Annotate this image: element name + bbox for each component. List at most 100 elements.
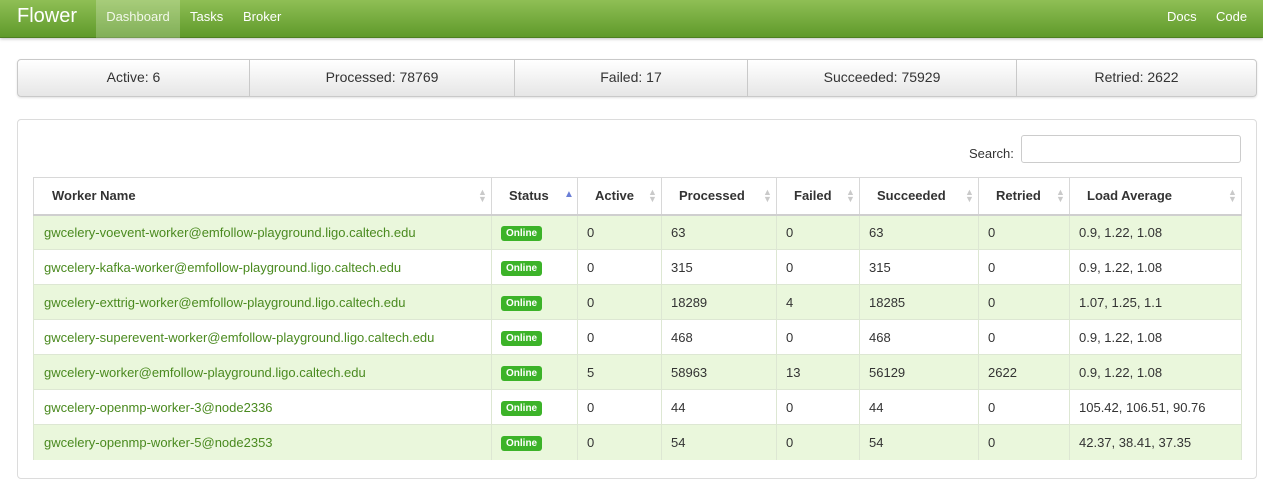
worker-link[interactable]: gwcelery-kafka-worker@emfollow-playgroun…	[44, 260, 401, 275]
cell-status: Online	[491, 319, 578, 355]
column-header-load-average[interactable]: Load Average ▲ ▼	[1069, 177, 1242, 216]
cell-load-average: 42.37, 38.41, 37.35	[1069, 424, 1242, 460]
table-row: gwcelery-openmp-worker-3@node2336 Online…	[33, 389, 1242, 425]
cell-active: 5	[577, 354, 662, 390]
cell-succeeded: 44	[859, 389, 979, 425]
cell-status: Online	[491, 389, 578, 425]
worker-link[interactable]: gwcelery-openmp-worker-5@node2353	[44, 435, 273, 450]
status-badge: Online	[501, 435, 543, 451]
cell-retried: 0	[978, 319, 1070, 355]
cell-succeeded: 63	[859, 214, 979, 250]
sort-both-icon: ▲ ▼	[1228, 187, 1237, 204]
cell-worker-name: gwcelery-exttrig-worker@emfollow-playgro…	[33, 284, 492, 320]
column-header-succeeded[interactable]: Succeeded ▲ ▼	[859, 177, 979, 216]
column-header-retried[interactable]: Retried ▲ ▼	[978, 177, 1070, 216]
cell-worker-name: gwcelery-voevent-worker@emfollow-playgro…	[33, 214, 492, 250]
cell-failed: 0	[776, 319, 860, 355]
workers-table: Worker Name ▲ ▼ Status ▲ Active ▲ ▼ Processed…	[33, 177, 1242, 460]
nav-broker[interactable]: Broker	[243, 0, 281, 38]
brand-logo[interactable]: Flower	[17, 5, 77, 28]
cell-worker-name: gwcelery-superevent-worker@emfollow-play…	[33, 319, 492, 355]
column-header-label: Worker Name	[52, 188, 136, 204]
nav-dashboard[interactable]: Dashboard	[96, 0, 180, 38]
cell-succeeded: 315	[859, 249, 979, 285]
stat-active[interactable]: Active: 6	[18, 60, 250, 96]
cell-succeeded: 468	[859, 319, 979, 355]
cell-active: 0	[577, 249, 662, 285]
cell-status: Online	[491, 354, 578, 390]
cell-failed: 4	[776, 284, 860, 320]
cell-load-average: 0.9, 1.22, 1.08	[1069, 354, 1242, 390]
stat-failed[interactable]: Failed: 17	[515, 60, 748, 96]
table-row: gwcelery-kafka-worker@emfollow-playgroun…	[33, 249, 1242, 285]
cell-processed: 58963	[661, 354, 777, 390]
cell-failed: 0	[776, 424, 860, 460]
table-row: gwcelery-voevent-worker@emfollow-playgro…	[33, 214, 1242, 250]
cell-succeeded: 18285	[859, 284, 979, 320]
status-badge: Online	[501, 330, 543, 346]
stat-succeeded[interactable]: Succeeded: 75929	[748, 60, 1017, 96]
worker-link[interactable]: gwcelery-voevent-worker@emfollow-playgro…	[44, 225, 416, 240]
sort-both-icon: ▲ ▼	[763, 187, 772, 204]
cell-status: Online	[491, 424, 578, 460]
column-header-label: Processed	[679, 188, 745, 204]
cell-status: Online	[491, 284, 578, 320]
column-header-label: Retried	[996, 188, 1041, 204]
status-badge: Online	[501, 400, 543, 416]
cell-worker-name: gwcelery-kafka-worker@emfollow-playgroun…	[33, 249, 492, 285]
nav-code[interactable]: Code	[1216, 0, 1247, 38]
table-row: gwcelery-superevent-worker@emfollow-play…	[33, 319, 1242, 355]
status-badge: Online	[501, 225, 543, 241]
column-header-label: Status	[509, 188, 549, 204]
column-header-label: Failed	[794, 188, 832, 204]
cell-load-average: 1.07, 1.25, 1.1	[1069, 284, 1242, 320]
column-header-failed[interactable]: Failed ▲ ▼	[776, 177, 860, 216]
table-row: gwcelery-exttrig-worker@emfollow-playgro…	[33, 284, 1242, 320]
column-header-processed[interactable]: Processed ▲ ▼	[661, 177, 777, 216]
column-header-active[interactable]: Active ▲ ▼	[577, 177, 662, 216]
cell-load-average: 0.9, 1.22, 1.08	[1069, 249, 1242, 285]
cell-retried: 2622	[978, 354, 1070, 390]
column-header-worker-name[interactable]: Worker Name ▲ ▼	[33, 177, 492, 216]
search-input[interactable]	[1021, 135, 1241, 163]
stat-retried[interactable]: Retried: 2622	[1017, 60, 1256, 96]
cell-retried: 0	[978, 214, 1070, 250]
status-badge: Online	[501, 260, 543, 276]
cell-processed: 468	[661, 319, 777, 355]
search-label: Search:	[969, 146, 1014, 161]
cell-worker-name: gwcelery-worker@emfollow-playground.ligo…	[33, 354, 492, 390]
navbar: Flower Dashboard Tasks Broker Docs Code	[0, 0, 1263, 38]
sort-both-icon: ▲ ▼	[965, 187, 974, 204]
table-row: gwcelery-worker@emfollow-playground.ligo…	[33, 354, 1242, 390]
cell-processed: 54	[661, 424, 777, 460]
cell-active: 0	[577, 319, 662, 355]
cell-load-average: 0.9, 1.22, 1.08	[1069, 319, 1242, 355]
column-header-status[interactable]: Status ▲	[491, 177, 578, 216]
cell-load-average: 105.42, 106.51, 90.76	[1069, 389, 1242, 425]
cell-failed: 0	[776, 214, 860, 250]
cell-retried: 0	[978, 249, 1070, 285]
worker-link[interactable]: gwcelery-openmp-worker-3@node2336	[44, 400, 273, 415]
cell-processed: 44	[661, 389, 777, 425]
cell-worker-name: gwcelery-openmp-worker-3@node2336	[33, 389, 492, 425]
cell-worker-name: gwcelery-openmp-worker-5@node2353	[33, 424, 492, 460]
cell-failed: 0	[776, 389, 860, 425]
cell-active: 0	[577, 284, 662, 320]
column-header-label: Load Average	[1087, 188, 1173, 204]
sort-both-icon: ▲ ▼	[478, 187, 487, 204]
sort-both-icon: ▲ ▼	[648, 187, 657, 204]
cell-processed: 315	[661, 249, 777, 285]
stat-processed[interactable]: Processed: 78769	[250, 60, 515, 96]
cell-retried: 0	[978, 284, 1070, 320]
table-header-row: Worker Name ▲ ▼ Status ▲ Active ▲ ▼ Processed…	[33, 177, 1242, 216]
cell-status: Online	[491, 214, 578, 250]
nav-docs[interactable]: Docs	[1167, 0, 1197, 38]
table-row: gwcelery-openmp-worker-5@node2353 Online…	[33, 424, 1242, 460]
cell-status: Online	[491, 249, 578, 285]
status-badge: Online	[501, 365, 543, 381]
nav-tasks[interactable]: Tasks	[190, 0, 223, 38]
worker-link[interactable]: gwcelery-worker@emfollow-playground.ligo…	[44, 365, 366, 380]
worker-link[interactable]: gwcelery-superevent-worker@emfollow-play…	[44, 330, 434, 345]
column-header-label: Active	[595, 188, 635, 204]
worker-link[interactable]: gwcelery-exttrig-worker@emfollow-playgro…	[44, 295, 405, 310]
